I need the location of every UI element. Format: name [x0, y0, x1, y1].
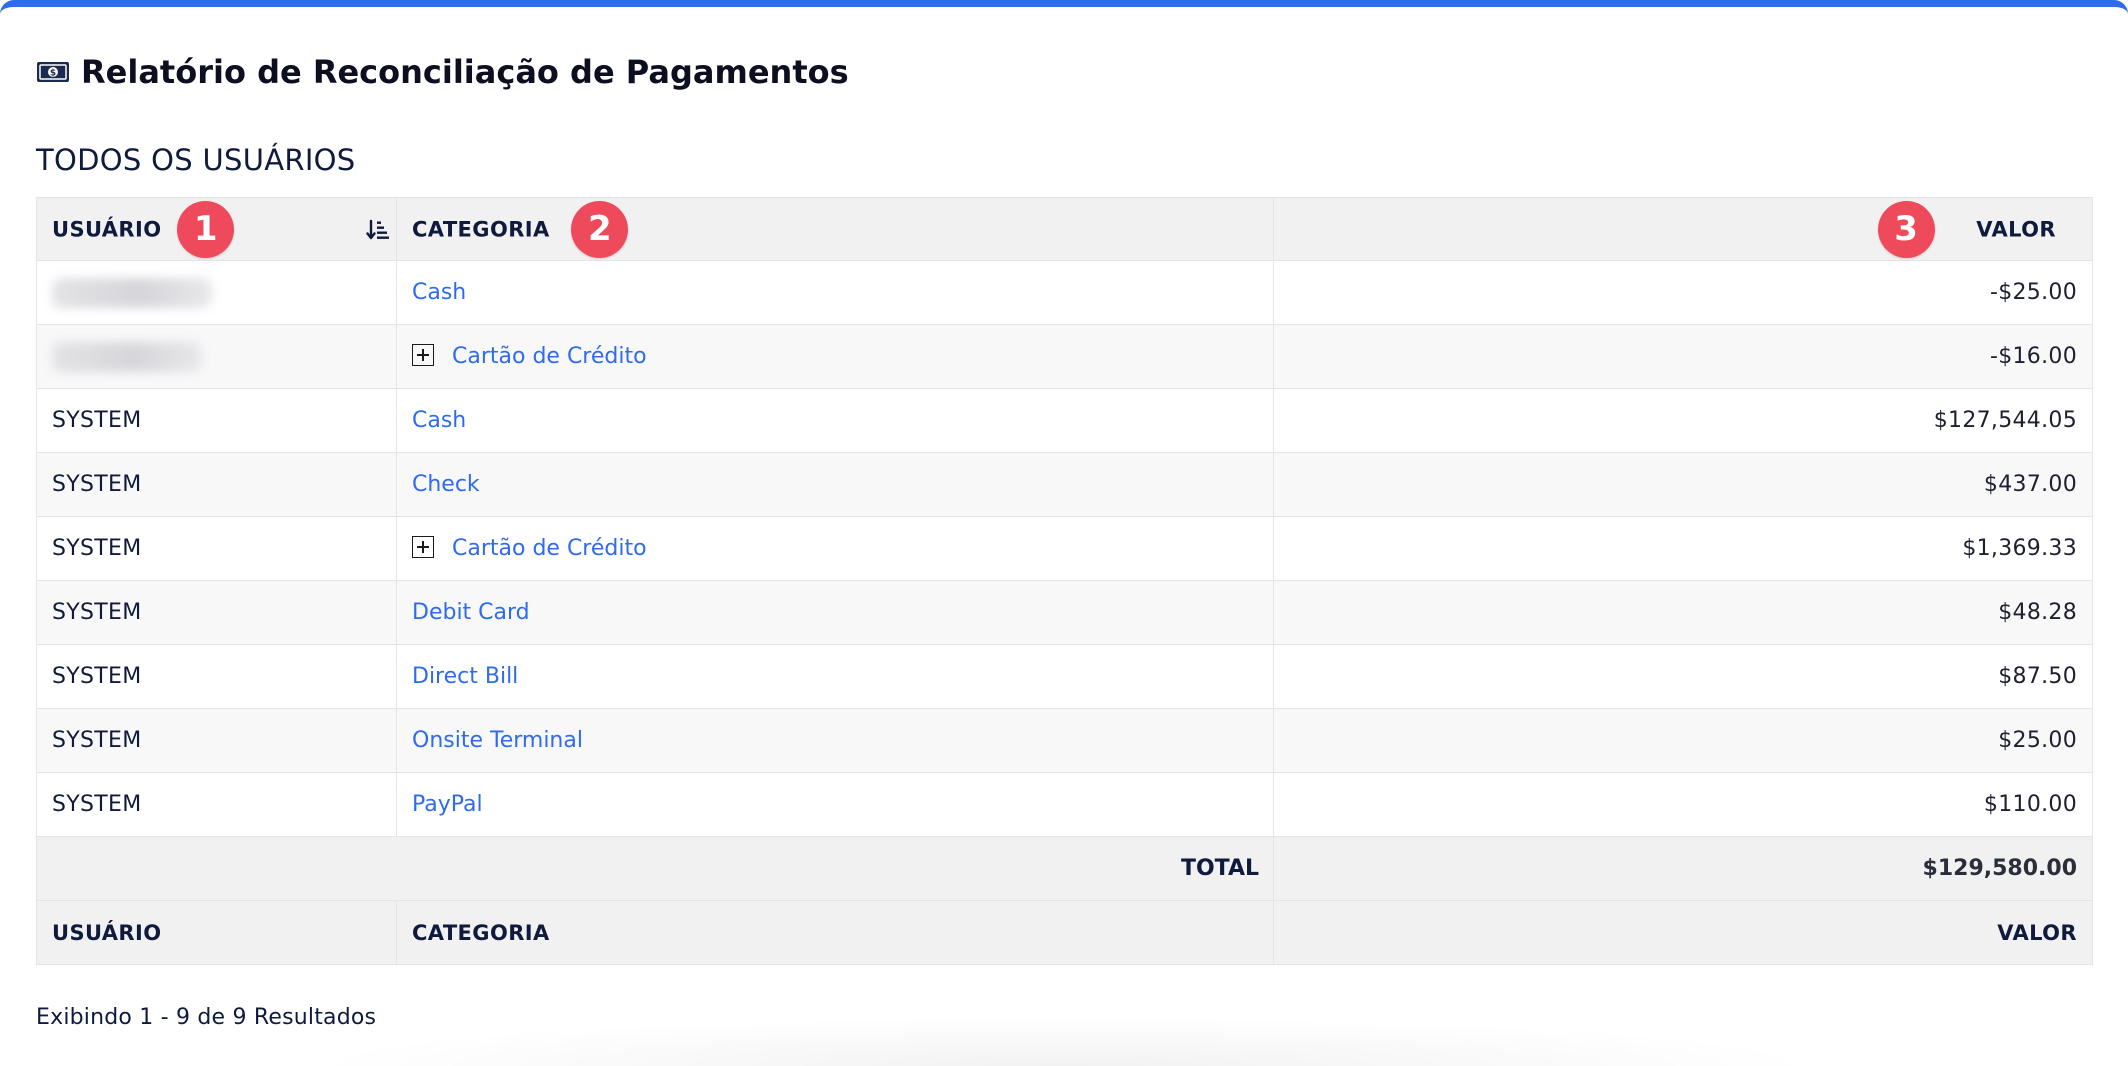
value-cell: $25.00	[1273, 708, 2093, 773]
category-cell: Direct Bill	[396, 644, 1274, 709]
user-cell: SYSTEM	[36, 772, 397, 837]
category-link[interactable]: Cash	[412, 280, 466, 305]
user-cell	[36, 324, 397, 389]
category-header-label: CATEGORIA	[412, 217, 550, 241]
annotation-badge-2: 2	[571, 200, 629, 258]
category-cell: Cash	[396, 388, 1274, 453]
category-cell: Cash	[396, 260, 1274, 325]
sort-ascending-icon[interactable]	[366, 218, 390, 242]
user-column-header[interactable]: USUÁRIO 1	[36, 197, 397, 261]
category-link[interactable]: PayPal	[412, 792, 483, 817]
value-cell: $127,544.05	[1273, 388, 2093, 453]
value-header-label: VALOR	[1976, 217, 2056, 241]
table-row: SYSTEM Check $437.00	[36, 452, 2093, 517]
section-title: TODOS OS USUÁRIOS	[36, 143, 356, 177]
category-link[interactable]: Cartão de Crédito	[452, 536, 647, 561]
category-cell: PayPal	[396, 772, 1274, 837]
category-link[interactable]: Cash	[412, 408, 466, 433]
table-row: Cartão de Crédito -$16.00	[36, 324, 2093, 389]
category-link[interactable]: Direct Bill	[412, 664, 518, 689]
redacted-user-name	[52, 277, 212, 308]
value-cell: $437.00	[1273, 452, 2093, 517]
user-cell: SYSTEM	[36, 516, 397, 581]
page-title: Relatório de Reconciliação de Pagamentos	[81, 53, 849, 91]
category-cell: Cartão de Crédito	[396, 324, 1274, 389]
value-cell: $1,369.33	[1273, 516, 2093, 581]
annotation-badge-1: 1	[177, 200, 235, 258]
category-link[interactable]: Debit Card	[412, 600, 530, 625]
category-column-header[interactable]: CATEGORIA 2	[396, 197, 1274, 261]
category-cell: Debit Card	[396, 580, 1274, 645]
table-row: SYSTEM PayPal $110.00	[36, 772, 2093, 837]
table-header-row: USUÁRIO 1 CATEGORIA 2 3 VALOR	[36, 197, 2093, 261]
value-column-footer: VALOR	[1273, 900, 2093, 965]
category-link[interactable]: Check	[412, 472, 480, 497]
payments-table: USUÁRIO 1 CATEGORIA 2 3 VALOR Cash -$25.…	[36, 197, 2093, 965]
money-bill-icon: $	[36, 61, 70, 83]
svg-text:$: $	[50, 69, 56, 79]
plus-square-icon[interactable]	[412, 344, 434, 366]
table-row: SYSTEM Debit Card $48.28	[36, 580, 2093, 645]
user-cell: SYSTEM	[36, 644, 397, 709]
category-link[interactable]: Onsite Terminal	[412, 728, 583, 753]
value-cell: $48.28	[1273, 580, 2093, 645]
user-cell	[36, 260, 397, 325]
title-row: $ Relatório de Reconciliação de Pagament…	[36, 47, 849, 97]
value-cell: $87.50	[1273, 644, 2093, 709]
category-link[interactable]: Cartão de Crédito	[452, 344, 647, 369]
table-row: SYSTEM Direct Bill $87.50	[36, 644, 2093, 709]
bottom-shadow	[300, 1016, 1828, 1066]
table-footer-row: USUÁRIO CATEGORIA VALOR	[36, 900, 2093, 965]
table-row: SYSTEM Cash $127,544.05	[36, 388, 2093, 453]
category-cell: Check	[396, 452, 1274, 517]
table-row: Cash -$25.00	[36, 260, 2093, 325]
user-column-footer: USUÁRIO	[36, 900, 397, 965]
annotation-badge-3: 3	[1877, 200, 1935, 258]
table-row: SYSTEM Onsite Terminal $25.00	[36, 708, 2093, 773]
redacted-user-name	[52, 341, 202, 372]
user-header-label: USUÁRIO	[52, 217, 162, 241]
user-cell: SYSTEM	[36, 452, 397, 517]
value-cell: $110.00	[1273, 772, 2093, 837]
user-cell: SYSTEM	[36, 580, 397, 645]
total-value: $129,580.00	[1273, 836, 2093, 901]
total-row: TOTAL $129,580.00	[36, 836, 2093, 901]
user-cell: SYSTEM	[36, 388, 397, 453]
plus-square-icon[interactable]	[412, 536, 434, 558]
category-column-footer: CATEGORIA	[396, 900, 1274, 965]
category-cell: Cartão de Crédito	[396, 516, 1274, 581]
total-label: TOTAL	[36, 836, 1274, 901]
report-page: $ Relatório de Reconciliação de Pagament…	[0, 0, 2128, 1066]
category-cell: Onsite Terminal	[396, 708, 1274, 773]
results-count: Exibindo 1 - 9 de 9 Resultados	[36, 1005, 377, 1030]
value-cell: -$25.00	[1273, 260, 2093, 325]
value-column-header[interactable]: 3 VALOR	[1273, 197, 2093, 261]
value-cell: -$16.00	[1273, 324, 2093, 389]
user-cell: SYSTEM	[36, 708, 397, 773]
table-row: SYSTEM Cartão de Crédito $1,369.33	[36, 516, 2093, 581]
